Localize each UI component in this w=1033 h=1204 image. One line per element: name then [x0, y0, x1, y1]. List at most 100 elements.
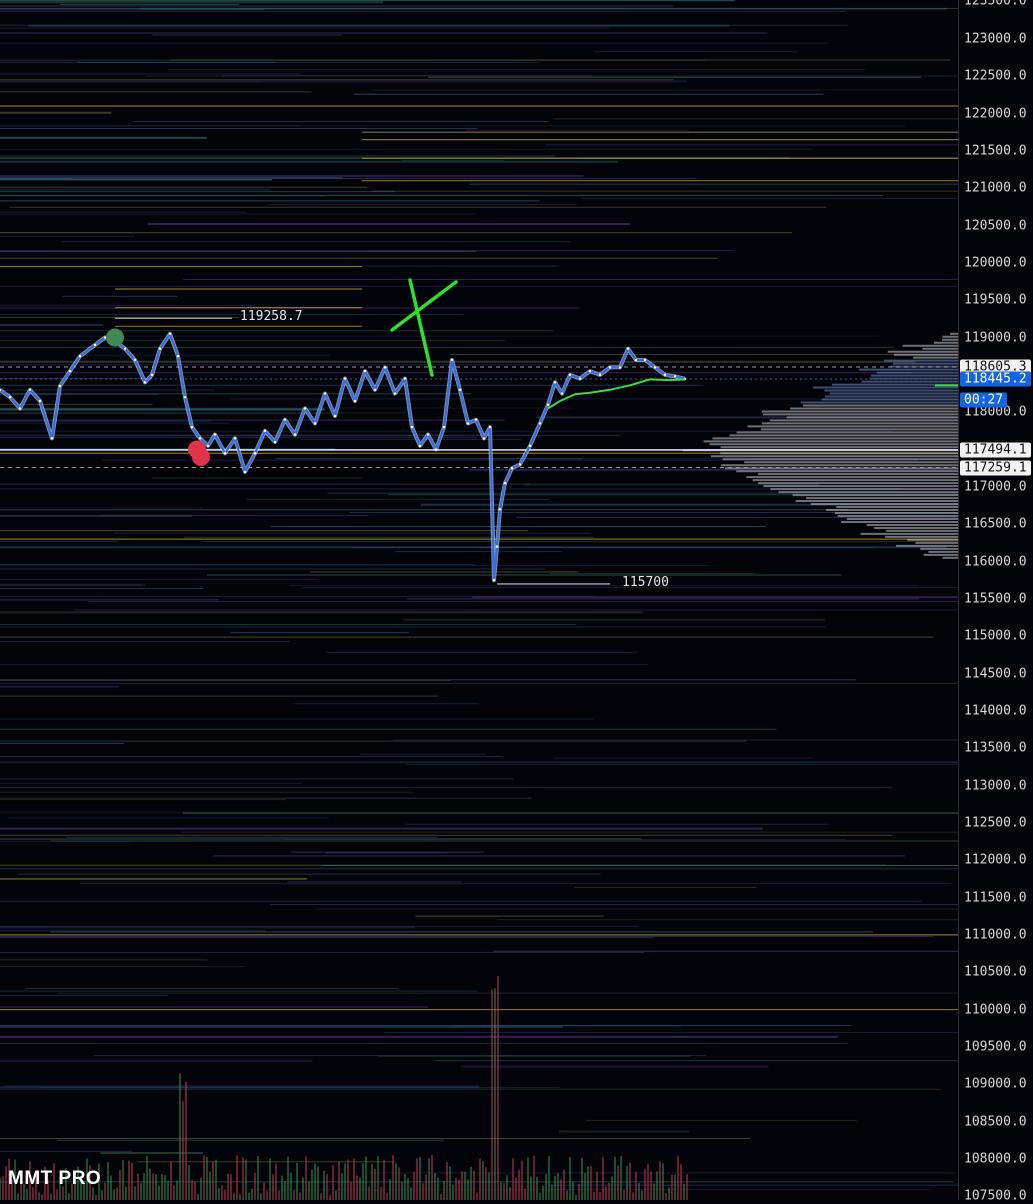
price-point — [243, 470, 247, 474]
price-tick-label: 123500.0 — [964, 0, 1027, 9]
price-tick-label: 114000.0 — [964, 703, 1027, 719]
price-point — [653, 366, 657, 369]
price-point — [183, 396, 187, 399]
price-point — [143, 381, 147, 384]
trade-marker — [106, 328, 124, 347]
price-point — [206, 444, 210, 447]
price-point — [434, 448, 438, 451]
price-tick-label: 120500.0 — [964, 218, 1027, 233]
price-point — [103, 336, 107, 339]
price-point — [426, 433, 430, 436]
price-annotation: 115700 — [622, 574, 669, 590]
price-point — [323, 392, 327, 395]
price-point — [253, 452, 257, 455]
price-point — [303, 407, 307, 410]
price-point — [578, 377, 582, 380]
price-point — [474, 418, 478, 421]
price-point — [626, 347, 630, 350]
price-tick-label: 116000.0 — [964, 554, 1027, 570]
price-point — [608, 366, 612, 369]
price-point — [190, 425, 194, 429]
price-tick-label: 121000.0 — [964, 180, 1027, 196]
price-tick-label: 122500.0 — [964, 68, 1027, 84]
price-tick-label: 108500.0 — [964, 1114, 1027, 1130]
price-point — [38, 399, 42, 403]
drawn-x-mark — [390, 278, 458, 377]
price-point — [503, 481, 507, 485]
price-point — [283, 418, 287, 421]
price-point — [495, 545, 499, 548]
price-point — [568, 373, 572, 377]
price-point — [313, 422, 317, 425]
price-point — [273, 440, 277, 444]
price-line-glow — [0, 331, 686, 583]
price-point — [663, 373, 667, 377]
price-tag: 118445.2 — [960, 371, 1031, 387]
price-point — [482, 437, 486, 440]
price-tag: 117259.1 — [960, 460, 1031, 476]
price-point — [518, 463, 522, 466]
price-point — [403, 377, 407, 380]
price-tick-label: 117000.0 — [964, 479, 1027, 495]
price-point — [588, 369, 592, 373]
price-point — [442, 425, 446, 429]
price-tick-label: 120000.0 — [964, 255, 1027, 271]
price-tick-label: 111500.0 — [964, 890, 1027, 906]
price-tick-label: 114500.0 — [964, 666, 1027, 682]
price-point — [343, 377, 347, 380]
price-point — [333, 414, 337, 418]
price-tick-label: 112000.0 — [964, 852, 1027, 868]
price-tick-label: 122000.0 — [964, 106, 1027, 121]
price-point — [634, 358, 638, 362]
price-point — [538, 422, 542, 425]
price-point — [618, 366, 622, 369]
price-point — [492, 579, 496, 582]
price-point — [373, 388, 377, 391]
price-tick-label: 110500.0 — [964, 964, 1027, 980]
price-tick-label: 119500.0 — [964, 292, 1027, 308]
price-tick-label: 109500.0 — [964, 1039, 1027, 1055]
price-tick-label: 121500.0 — [964, 143, 1027, 159]
price-point — [450, 358, 454, 362]
price-point — [68, 369, 72, 373]
price-line — [0, 332, 686, 582]
price-point — [546, 403, 550, 406]
price-point — [8, 396, 12, 399]
price-point — [673, 375, 677, 378]
price-point — [643, 358, 647, 362]
price-point — [498, 508, 502, 511]
price-point — [383, 366, 387, 369]
price-point — [198, 437, 202, 440]
price-tick-label: 108000.0 — [964, 1151, 1027, 1167]
price-tick-label: 110000.0 — [964, 1002, 1027, 1018]
price-point — [176, 354, 180, 358]
price-point — [18, 407, 22, 410]
price-tick-label: 115500.0 — [964, 591, 1027, 607]
price-point — [458, 388, 462, 391]
price-point — [466, 422, 470, 425]
price-point — [560, 392, 564, 395]
price-tick-label: 123000.0 — [964, 31, 1027, 47]
price-tag: 117494.1 — [960, 442, 1031, 458]
price-point — [410, 425, 414, 429]
price-point — [488, 425, 492, 429]
price-point — [223, 452, 227, 455]
price-tick-label: 115000.0 — [964, 628, 1027, 644]
vwap-line — [547, 378, 686, 410]
price-point — [78, 354, 82, 358]
price-point — [263, 429, 267, 433]
price-point — [123, 347, 127, 350]
price-tick-label: 119000.0 — [964, 330, 1027, 346]
price-tick-label: 107500.0 — [964, 1188, 1027, 1204]
brand-logo: MMT PRO — [8, 1168, 102, 1189]
price-tick-label: 111000.0 — [964, 927, 1027, 943]
price-point — [58, 384, 62, 388]
price-tick-label: 113500.0 — [964, 740, 1027, 756]
plot-area[interactable] — [0, 0, 1033, 1200]
price-point — [150, 373, 154, 377]
price-point — [553, 381, 557, 384]
price-point — [418, 444, 422, 447]
price-point — [233, 437, 237, 440]
price-point — [133, 358, 137, 362]
price-tick-label: 116500.0 — [964, 516, 1027, 532]
